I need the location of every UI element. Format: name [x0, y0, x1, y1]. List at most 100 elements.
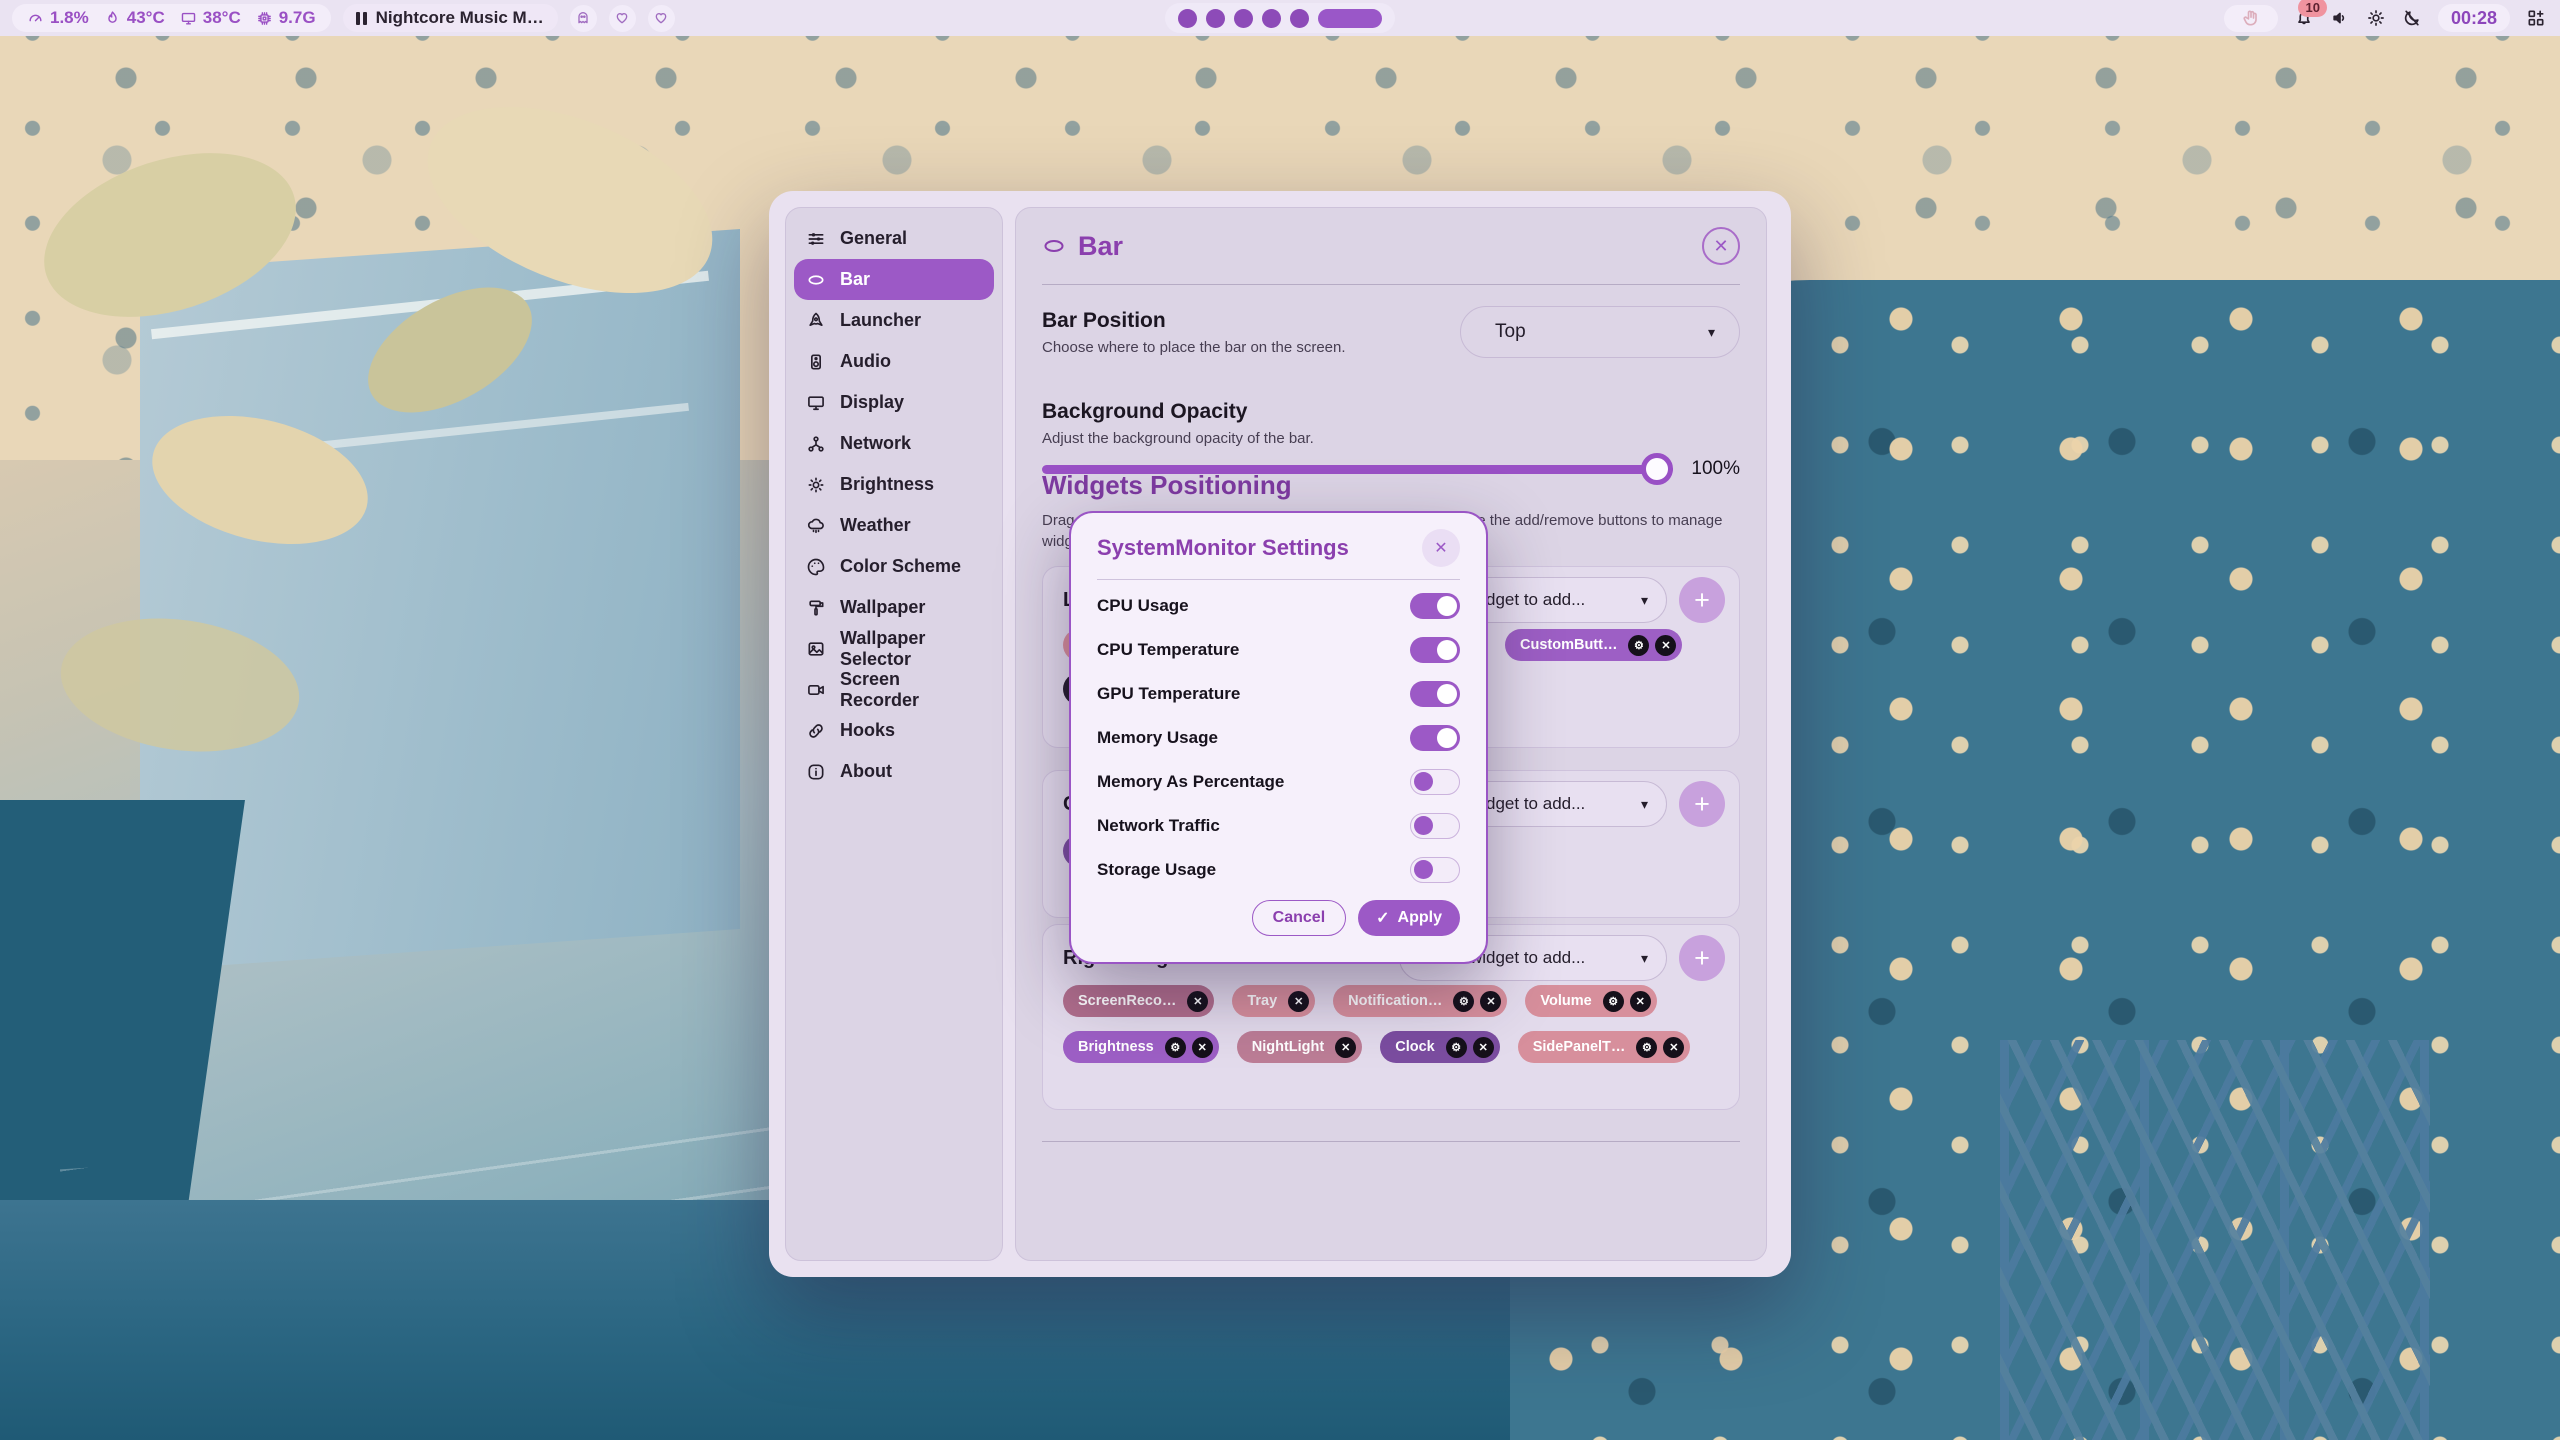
close-settings-button[interactable]: ✕	[1702, 227, 1740, 265]
widget-chip[interactable]: Clock ⚙ ✕	[1380, 1031, 1500, 1063]
video-camera-icon	[806, 680, 826, 700]
link-icon	[806, 721, 826, 741]
cloud-icon	[806, 516, 826, 536]
rocket-icon	[806, 311, 826, 331]
gear-icon[interactable]: ⚙	[1165, 1037, 1186, 1058]
cancel-button[interactable]: Cancel	[1252, 900, 1346, 936]
gpu-temperature-toggle[interactable]	[1410, 681, 1460, 707]
idle-inhibitor-pill[interactable]	[2224, 5, 2278, 32]
workspace-dot-6-active[interactable]	[1318, 9, 1382, 28]
toggle-label: Storage Usage	[1097, 860, 1216, 880]
remove-icon[interactable]: ✕	[1192, 1037, 1213, 1058]
bar-position-dropdown[interactable]: Top ▾	[1460, 306, 1740, 358]
sidebar-item-audio[interactable]: Audio	[794, 341, 994, 382]
desktop: 1.8% 43°C 38°C 9.7G Nightcore Music Mix …	[0, 0, 2560, 1440]
background-opacity-description: Adjust the background opacity of the bar…	[1042, 430, 1740, 447]
widget-chip[interactable]: Brightness ⚙ ✕	[1063, 1031, 1219, 1063]
cpu-temperature-toggle[interactable]	[1410, 637, 1460, 663]
pause-icon	[356, 12, 367, 25]
favorite-button[interactable]	[609, 5, 636, 32]
sidebar-item-brightness[interactable]: Brightness	[794, 464, 994, 505]
app-launcher-button[interactable]	[2526, 8, 2546, 28]
notifications-button[interactable]: 10	[2294, 8, 2314, 28]
remove-icon[interactable]: ✕	[1288, 991, 1309, 1012]
network-traffic-toggle[interactable]	[1410, 813, 1460, 839]
widget-chip[interactable]: NightLight ✕	[1237, 1031, 1362, 1063]
remove-icon[interactable]: ✕	[1663, 1037, 1684, 1058]
gear-icon[interactable]: ⚙	[1628, 635, 1649, 656]
toggle-label: CPU Temperature	[1097, 640, 1239, 660]
remove-icon[interactable]: ✕	[1335, 1037, 1356, 1058]
sun-icon	[806, 475, 826, 495]
remove-icon[interactable]: ✕	[1187, 991, 1208, 1012]
divider	[1042, 1141, 1740, 1142]
cpu-usage-toggle[interactable]	[1410, 593, 1460, 619]
widget-chip[interactable]: ScreenReco… ✕	[1063, 985, 1214, 1017]
memory-usage-toggle[interactable]	[1410, 725, 1460, 751]
widget-chip[interactable]: Notification… ⚙ ✕	[1333, 985, 1507, 1017]
widget-chip[interactable]: SidePanelT… ⚙ ✕	[1518, 1031, 1691, 1063]
gear-icon[interactable]: ⚙	[1446, 1037, 1467, 1058]
media-player-pill[interactable]: Nightcore Music Mix 20…	[343, 4, 558, 32]
volume-button[interactable]	[2330, 8, 2350, 28]
sidebar-item-weather[interactable]: Weather	[794, 505, 994, 546]
speaker-box-icon	[806, 352, 826, 372]
close-dialog-button[interactable]: ✕	[1422, 529, 1460, 567]
workspace-dot-2[interactable]	[1206, 9, 1225, 28]
memory-stat: 9.7G	[256, 8, 316, 28]
system-stats-pill[interactable]: 1.8% 43°C 38°C 9.7G	[12, 4, 331, 32]
sidebar-item-color-scheme[interactable]: Color Scheme	[794, 546, 994, 587]
toggle-label: Network Traffic	[1097, 816, 1220, 836]
remove-icon[interactable]: ✕	[1655, 635, 1676, 656]
workspace-dot-5[interactable]	[1290, 9, 1309, 28]
storage-usage-toggle[interactable]	[1410, 857, 1460, 883]
brightness-button[interactable]	[2366, 8, 2386, 28]
sidebar-item-about[interactable]: About	[794, 751, 994, 792]
sidebar-item-network[interactable]: Network	[794, 423, 994, 464]
chip-icon	[256, 10, 273, 27]
pill-icon	[1042, 234, 1066, 258]
night-light-button[interactable]	[2402, 8, 2422, 28]
chevron-down-icon: ▾	[1641, 950, 1648, 967]
slider-knob[interactable]	[1641, 453, 1673, 485]
sidebar-item-launcher[interactable]: Launcher	[794, 300, 994, 341]
like-button[interactable]	[648, 5, 675, 32]
remove-icon[interactable]: ✕	[1473, 1037, 1494, 1058]
bar-position-description: Choose where to place the bar on the scr…	[1042, 339, 1346, 356]
widgets-positioning-heading: Widgets Positioning	[1042, 470, 1292, 501]
sidebar-item-hooks[interactable]: Hooks	[794, 710, 994, 751]
gear-icon[interactable]: ⚙	[1603, 991, 1624, 1012]
remove-icon[interactable]: ✕	[1630, 991, 1651, 1012]
apply-button[interactable]: ✓ Apply	[1358, 900, 1460, 936]
workspace-dot-3[interactable]	[1234, 9, 1253, 28]
widget-chip[interactable]: Volume ⚙ ✕	[1525, 985, 1656, 1017]
add-widget-button[interactable]: +	[1679, 781, 1725, 827]
clock[interactable]: 00:28	[2438, 4, 2510, 32]
add-widget-button[interactable]: +	[1679, 935, 1725, 981]
visualizer-button[interactable]	[570, 5, 597, 32]
divider	[1042, 284, 1740, 285]
divider	[1097, 579, 1460, 580]
widget-chip[interactable]: Tray ✕	[1232, 985, 1315, 1017]
chevron-down-icon: ▾	[1641, 796, 1648, 813]
sidebar-item-bar[interactable]: Bar	[794, 259, 994, 300]
heart-icon	[614, 10, 630, 26]
workspace-dot-1[interactable]	[1178, 9, 1197, 28]
moon-slash-icon	[2402, 8, 2422, 28]
remove-icon[interactable]: ✕	[1480, 991, 1501, 1012]
add-widget-button[interactable]: +	[1679, 577, 1725, 623]
chevron-down-icon: ▾	[1641, 592, 1648, 609]
memory-as-percentage-toggle[interactable]	[1410, 769, 1460, 795]
monitor-icon	[180, 10, 197, 27]
sidebar-item-wallpaper-selector[interactable]: Wallpaper Selector	[794, 628, 994, 669]
sidebar-item-screen-recorder[interactable]: Screen Recorder	[794, 669, 994, 710]
workspace-dot-4[interactable]	[1262, 9, 1281, 28]
gear-icon[interactable]: ⚙	[1453, 991, 1474, 1012]
gear-icon[interactable]: ⚙	[1636, 1037, 1657, 1058]
widget-chip[interactable]: CustomButt… ⚙ ✕	[1505, 629, 1682, 661]
sidebar-item-general[interactable]: General	[794, 218, 994, 259]
sidebar-item-wallpaper[interactable]: Wallpaper	[794, 587, 994, 628]
pill-icon	[806, 270, 826, 290]
sidebar-item-display[interactable]: Display	[794, 382, 994, 423]
flame-icon	[104, 10, 121, 27]
